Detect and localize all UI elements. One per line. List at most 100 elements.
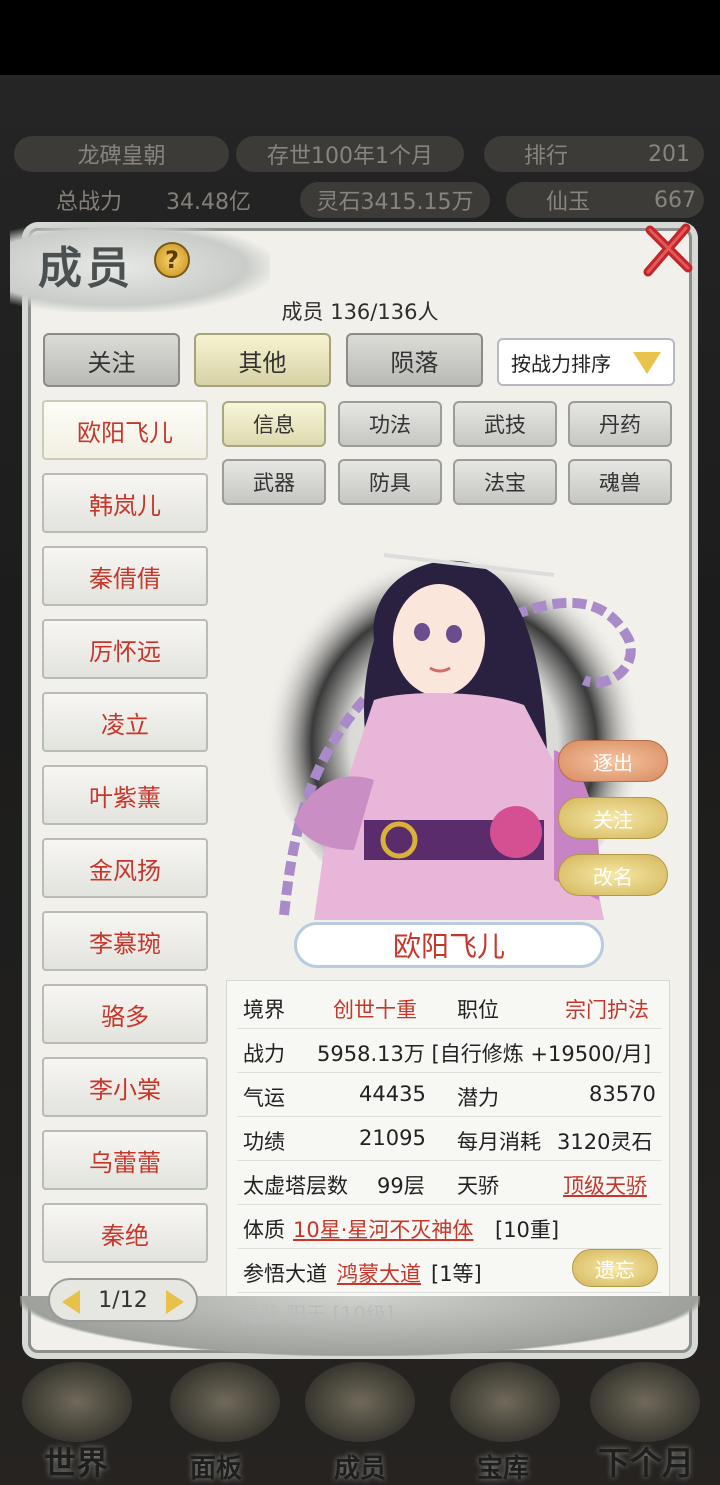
next-month-icon: [590, 1362, 700, 1442]
info-row-merit: 功绩 21095 每月消耗 3120灵石: [237, 1117, 661, 1161]
triangle-down-icon: [633, 352, 661, 374]
subtab-beast[interactable]: 魂兽: [568, 459, 672, 505]
member-list-item[interactable]: 秦倩倩: [42, 546, 208, 606]
forget-label: 遗忘: [595, 1257, 635, 1282]
member-list-item[interactable]: 欧阳飞儿: [42, 400, 208, 460]
prev-page-icon[interactable]: [62, 1290, 80, 1314]
member-list-item[interactable]: 乌蕾蕾: [42, 1130, 208, 1190]
member-list-item[interactable]: 秦绝: [42, 1203, 208, 1263]
physique-label: 体质: [243, 1218, 285, 1242]
subtab-armor[interactable]: 防具: [338, 459, 442, 505]
position-label: 职位: [457, 998, 499, 1022]
subtab-label: 丹药: [599, 413, 641, 437]
subtab-skills[interactable]: 功法: [338, 401, 442, 447]
merit-label: 功绩: [243, 1130, 285, 1154]
tab-label: 陨落: [390, 348, 439, 377]
subtab-label: 武器: [253, 471, 295, 495]
rename-button[interactable]: 改名: [558, 854, 668, 896]
member-name: 秦倩倩: [89, 564, 161, 593]
luck-label: 气运: [243, 1086, 285, 1110]
nav-panel[interactable]: 面板: [146, 1448, 286, 1485]
physique-value[interactable]: 10星·星河不灭神体: [293, 1214, 473, 1244]
member-list-item[interactable]: 金风扬: [42, 838, 208, 898]
subtab-label: 信息: [253, 413, 295, 437]
subtab-label: 武技: [484, 413, 526, 437]
member-name: 欧阳飞儿: [77, 418, 173, 447]
subtab-label: 防具: [369, 471, 411, 495]
expel-button[interactable]: 逐出: [558, 740, 668, 782]
dao-level: [1等]: [431, 1262, 482, 1286]
tab-label: 其他: [238, 348, 287, 377]
panel-icon: [170, 1362, 280, 1442]
info-row-physique: 体质 10星·星河不灭神体 [10重]: [237, 1205, 661, 1249]
cost-value: 3120灵石: [557, 1130, 653, 1154]
subtab-weapon[interactable]: 武器: [222, 459, 326, 505]
power-value: 5958.13万 [自行修炼 +19500/月]: [317, 1042, 652, 1066]
spirit-root-row: 灵脉 阳天 [10级]: [240, 1302, 394, 1326]
member-name: 乌蕾蕾: [89, 1148, 161, 1177]
subtab-label: 法宝: [484, 471, 526, 495]
info-row-tower: 太虚塔层数 99层 天骄 顶级天骄: [237, 1161, 661, 1205]
member-count: 成员 136/136人: [281, 300, 439, 324]
next-page-icon[interactable]: [166, 1290, 184, 1314]
info-row-realm: 境界 创世十重 职位 宗门护法: [237, 985, 661, 1029]
realm-label: 境界: [243, 998, 285, 1022]
member-list-item[interactable]: 骆多: [42, 984, 208, 1044]
potential-value: 83570: [589, 1082, 656, 1106]
member-list-item[interactable]: 韩岚儿: [42, 473, 208, 533]
info-row-power: 战力 5958.13万 [自行修炼 +19500/月]: [237, 1029, 661, 1073]
dao-label: 参悟大道: [243, 1262, 327, 1286]
member-list-item[interactable]: 李慕琬: [42, 911, 208, 971]
follow-button[interactable]: 关注: [558, 797, 668, 839]
panel-title: 成员: [38, 243, 134, 294]
subtab-treasure[interactable]: 法宝: [453, 459, 557, 505]
nav-next-month[interactable]: 下个月: [576, 1438, 716, 1484]
tower-label: 太虚塔层数: [243, 1174, 348, 1198]
talent-value[interactable]: 顶级天骄: [563, 1170, 647, 1200]
tab-label: 关注: [87, 348, 136, 377]
tab-follow[interactable]: 关注: [43, 333, 180, 387]
nav-world[interactable]: 世界: [6, 1438, 146, 1484]
world-icon: [22, 1362, 132, 1442]
sort-dropdown[interactable]: 按战力排序: [497, 338, 675, 386]
forget-button[interactable]: 遗忘: [572, 1249, 658, 1287]
subtab-martial[interactable]: 武技: [453, 401, 557, 447]
member-name: 韩岚儿: [89, 491, 161, 520]
member-list-item[interactable]: 李小棠: [42, 1057, 208, 1117]
expel-label: 逐出: [593, 750, 633, 775]
member-name: 金风扬: [89, 856, 161, 885]
pager: 1/12: [48, 1278, 198, 1322]
rename-label: 改名: [593, 864, 633, 889]
member-list-item[interactable]: 厉怀远: [42, 619, 208, 679]
nav-members[interactable]: 成员: [290, 1448, 430, 1485]
help-icon[interactable]: ?: [154, 242, 190, 278]
selected-name-plate: 欧阳飞儿: [294, 922, 604, 968]
sort-label: 按战力排序: [511, 351, 611, 376]
page-indicator: 1/12: [98, 1287, 148, 1313]
subtab-pills[interactable]: 丹药: [568, 401, 672, 447]
info-row-luck: 气运 44435 潜力 83570: [237, 1073, 661, 1117]
close-icon[interactable]: [640, 222, 696, 278]
nav-treasury[interactable]: 宝库: [433, 1448, 573, 1485]
subtab-label: 魂兽: [599, 471, 641, 495]
member-name: 叶紫薰: [89, 783, 161, 812]
tower-value: 99层: [377, 1174, 425, 1198]
member-list-item[interactable]: 叶紫薰: [42, 765, 208, 825]
members-icon: [305, 1362, 415, 1442]
member-list-item[interactable]: 凌立: [42, 692, 208, 752]
member-name: 厉怀远: [89, 637, 161, 666]
dao-value[interactable]: 鸿蒙大道: [337, 1258, 421, 1288]
realm-value: 创世十重: [333, 998, 417, 1022]
cost-label: 每月消耗: [457, 1130, 541, 1154]
talent-label: 天骄: [457, 1174, 499, 1198]
member-name: 秦绝: [101, 1221, 149, 1250]
power-label: 战力: [243, 1042, 285, 1066]
treasury-icon: [450, 1362, 560, 1442]
tab-fallen[interactable]: 陨落: [346, 333, 483, 387]
position-value: 宗门护法: [565, 998, 649, 1022]
tab-other[interactable]: 其他: [194, 333, 331, 387]
subtab-label: 功法: [369, 413, 411, 437]
subtab-info[interactable]: 信息: [222, 401, 326, 447]
potential-label: 潜力: [457, 1086, 499, 1110]
member-name: 李慕琬: [89, 929, 161, 958]
